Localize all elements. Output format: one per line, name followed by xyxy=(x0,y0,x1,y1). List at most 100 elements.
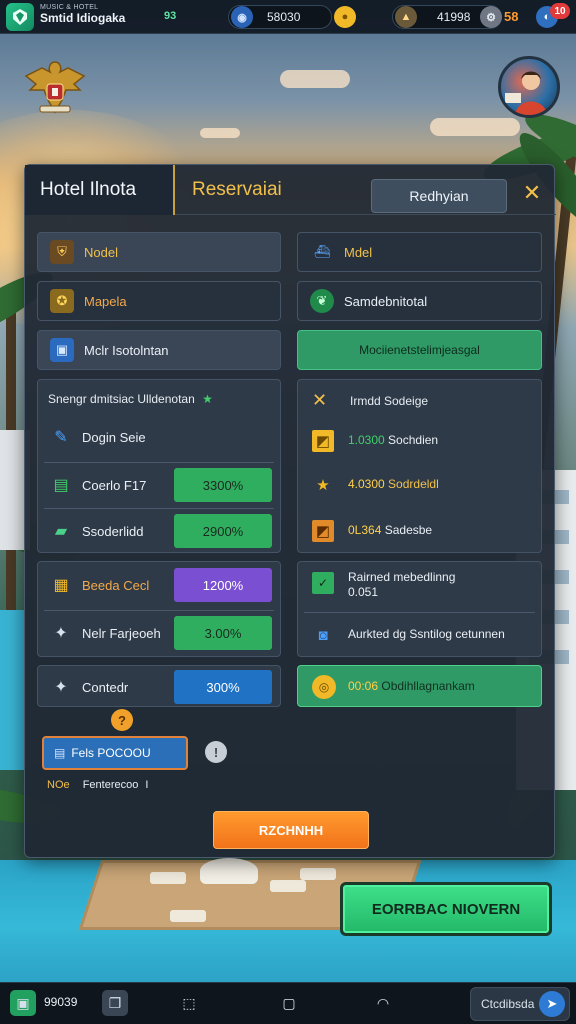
reward-banner-text: 00:06 Obdihllagnankam xyxy=(348,679,475,693)
currency-b-value: 41998 xyxy=(437,10,471,24)
app-title: Smtid Idiogaka xyxy=(40,11,126,25)
list-item[interactable]: ▣ Mclr Isotolntan xyxy=(37,330,281,370)
list-item-label: Mapela xyxy=(84,293,127,309)
stat-row-card[interactable]: ✦ Contedr 300% xyxy=(37,665,281,707)
currency-a-value: 58030 xyxy=(267,10,301,24)
notification-badge: 10 xyxy=(550,3,570,19)
list-item[interactable]: ❦ Samdebnitotal xyxy=(297,281,542,321)
star-icon: ★ xyxy=(316,477,330,494)
reward-row[interactable]: ◩ 0L364 Sadesbe xyxy=(298,510,541,554)
confirm-button[interactable]: RZCHNHH xyxy=(213,811,369,849)
check-icon: ◩ xyxy=(312,520,334,542)
shop-icon[interactable]: ⬚ xyxy=(176,990,202,1016)
promo-label: Fels POCOOU xyxy=(71,746,151,760)
stat-row[interactable]: ▰ Ssoderlidd 2900% xyxy=(38,508,280,554)
star-icon: ★ xyxy=(202,392,213,406)
settings-gear-icon[interactable]: ⚙ xyxy=(480,6,502,28)
reward-value: 4.0300 xyxy=(348,477,385,491)
stats-box-title: Snengr dmitsiac Ulldenotan ★ xyxy=(48,392,213,406)
lounger xyxy=(270,880,306,892)
top-status-bar: MUSIC & HOTEL Smtid Idiogaka 93 ◉ 58030 … xyxy=(0,0,576,34)
promo-button[interactable]: ▤ Fels POCOOU xyxy=(42,736,188,770)
stat-value: 2900% xyxy=(174,514,272,548)
panel-header: Hotel Ilnota Reservaiai Redhyian ✕ xyxy=(25,165,556,215)
currency-a-pill[interactable]: ◉ 58030 xyxy=(228,5,332,29)
stat-value: 300% xyxy=(174,670,272,704)
tab-hotel[interactable]: Hotel Ilnota xyxy=(25,165,175,215)
stat-row: ✦ Contedr 300% xyxy=(38,664,280,710)
chat-label: Ctcdibsda xyxy=(481,997,535,1011)
tab-reservation[interactable]: Reservaiai xyxy=(192,179,282,201)
badge-icon: ✪ xyxy=(50,289,74,313)
lounger xyxy=(150,872,186,884)
clip-icon[interactable]: ❐ xyxy=(102,990,128,1016)
info-text: Aurkted dg Ssntilog cetunnen xyxy=(348,627,505,641)
header-action-button[interactable]: Redhyian xyxy=(371,179,507,213)
app-title-block: MUSIC & HOTEL Smtid Idiogaka xyxy=(40,4,125,25)
player-avatar[interactable] xyxy=(498,56,560,118)
reward-row[interactable]: ◩ 1.0300 Sochdien xyxy=(298,420,541,464)
reward-row[interactable]: ★ 4.0300 Sodrdeldl xyxy=(298,464,541,508)
list-item[interactable]: ⛨ Nodel xyxy=(37,232,281,272)
gift-icon[interactable]: ▣ xyxy=(10,990,36,1016)
cloud xyxy=(430,118,520,136)
money-icon: ▤ xyxy=(53,477,69,494)
coin-icon: ◎ xyxy=(312,675,336,699)
sparkle-icon: ✦ xyxy=(54,679,68,696)
leaf-icon: ❦ xyxy=(310,289,334,313)
book-icon: ▰ xyxy=(54,523,68,540)
bonus-box: ▦ Beeda Cecl 1200% ✦ Nelr Farjeoeh 3.00% xyxy=(37,561,281,657)
promo-note: NOe Fenterecoo I xyxy=(47,779,149,791)
stat-value: 3.00% xyxy=(174,616,272,650)
chat-button[interactable]: Ctcdibsda ➤ xyxy=(470,987,570,1021)
crossed-tools-icon: ✕ xyxy=(312,390,328,410)
app-logo-icon[interactable] xyxy=(6,3,34,31)
ticket-icon: ▤ xyxy=(54,746,66,760)
reward-label: Sodrdeldl xyxy=(388,477,439,491)
bottom-count: 99039 xyxy=(44,995,78,1009)
list-item[interactable]: ⛴ Mdel xyxy=(297,232,542,272)
currency-c-value: 58 xyxy=(504,9,519,24)
help-icon[interactable]: ? xyxy=(111,709,133,731)
profile-icon[interactable]: ◠ xyxy=(370,990,396,1016)
stat-value: 3300% xyxy=(174,468,272,502)
home-icon[interactable]: ▢ xyxy=(276,990,302,1016)
umbrella xyxy=(200,858,258,884)
reward-label: Sadesbe xyxy=(384,523,433,537)
list-item-label: Nodel xyxy=(84,244,118,260)
gold-coin-icon[interactable]: ● xyxy=(334,6,356,28)
send-arrow-icon: ➤ xyxy=(539,991,565,1017)
check-icon: ◩ xyxy=(312,430,334,452)
book-now-button[interactable]: EORRBAC NIOVERN xyxy=(340,882,552,936)
stat-value: 1200% xyxy=(174,568,272,602)
lounger xyxy=(170,910,206,922)
rewards-box-title: Irmdd Sodeige xyxy=(350,394,429,408)
stat-row[interactable]: ✦ Nelr Farjeoeh 3.00% xyxy=(38,610,280,656)
ticket-icon: ✓ xyxy=(312,572,334,594)
reward-banner[interactable]: ◎ 00:06 Obdihllagnankam xyxy=(297,665,542,707)
cloud xyxy=(280,70,350,88)
globe-icon: ◉ xyxy=(231,6,253,28)
stat-row[interactable]: ✎ Dogin Seie xyxy=(38,414,280,460)
bottom-nav-bar: ▣ 99039 ❐ ⬚ ▢ ◠ Ctcdibsda ➤ xyxy=(0,982,576,1024)
info-text: Rairned mebedlinng 0.051 xyxy=(348,570,456,599)
status-banner[interactable]: Mociienetstelimjeasgal xyxy=(297,330,542,370)
info-box: ✓ Rairned mebedlinng 0.051 ◙ Aurkted dg … xyxy=(297,561,542,657)
app-subtitle: MUSIC & HOTEL xyxy=(40,4,99,11)
info-icon[interactable]: ! xyxy=(205,741,227,763)
list-item-label: Mdel xyxy=(344,244,373,260)
list-item-label: Samdebnitotal xyxy=(344,293,428,309)
hotel-reservation-panel: Hotel Ilnota Reservaiai Redhyian ✕ ⛨ Nod… xyxy=(24,164,556,858)
cloud xyxy=(200,128,240,138)
pool xyxy=(0,610,26,770)
stat-row[interactable]: ▤ Coerlo F17 3300% xyxy=(38,462,280,508)
close-icon[interactable]: ✕ xyxy=(521,181,543,205)
stat-row[interactable]: ▦ Beeda Cecl 1200% xyxy=(38,562,280,608)
ship-icon: ⛴ xyxy=(313,244,331,259)
reward-value: 1.0300 xyxy=(348,433,385,447)
stat-label: Coerlo F17 xyxy=(82,477,147,493)
pencil-icon: ✎ xyxy=(54,429,68,446)
list-item[interactable]: ✪ Mapela xyxy=(37,281,281,321)
reward-label: Sochdien xyxy=(388,433,439,447)
camera-icon: ◙ xyxy=(318,626,328,644)
